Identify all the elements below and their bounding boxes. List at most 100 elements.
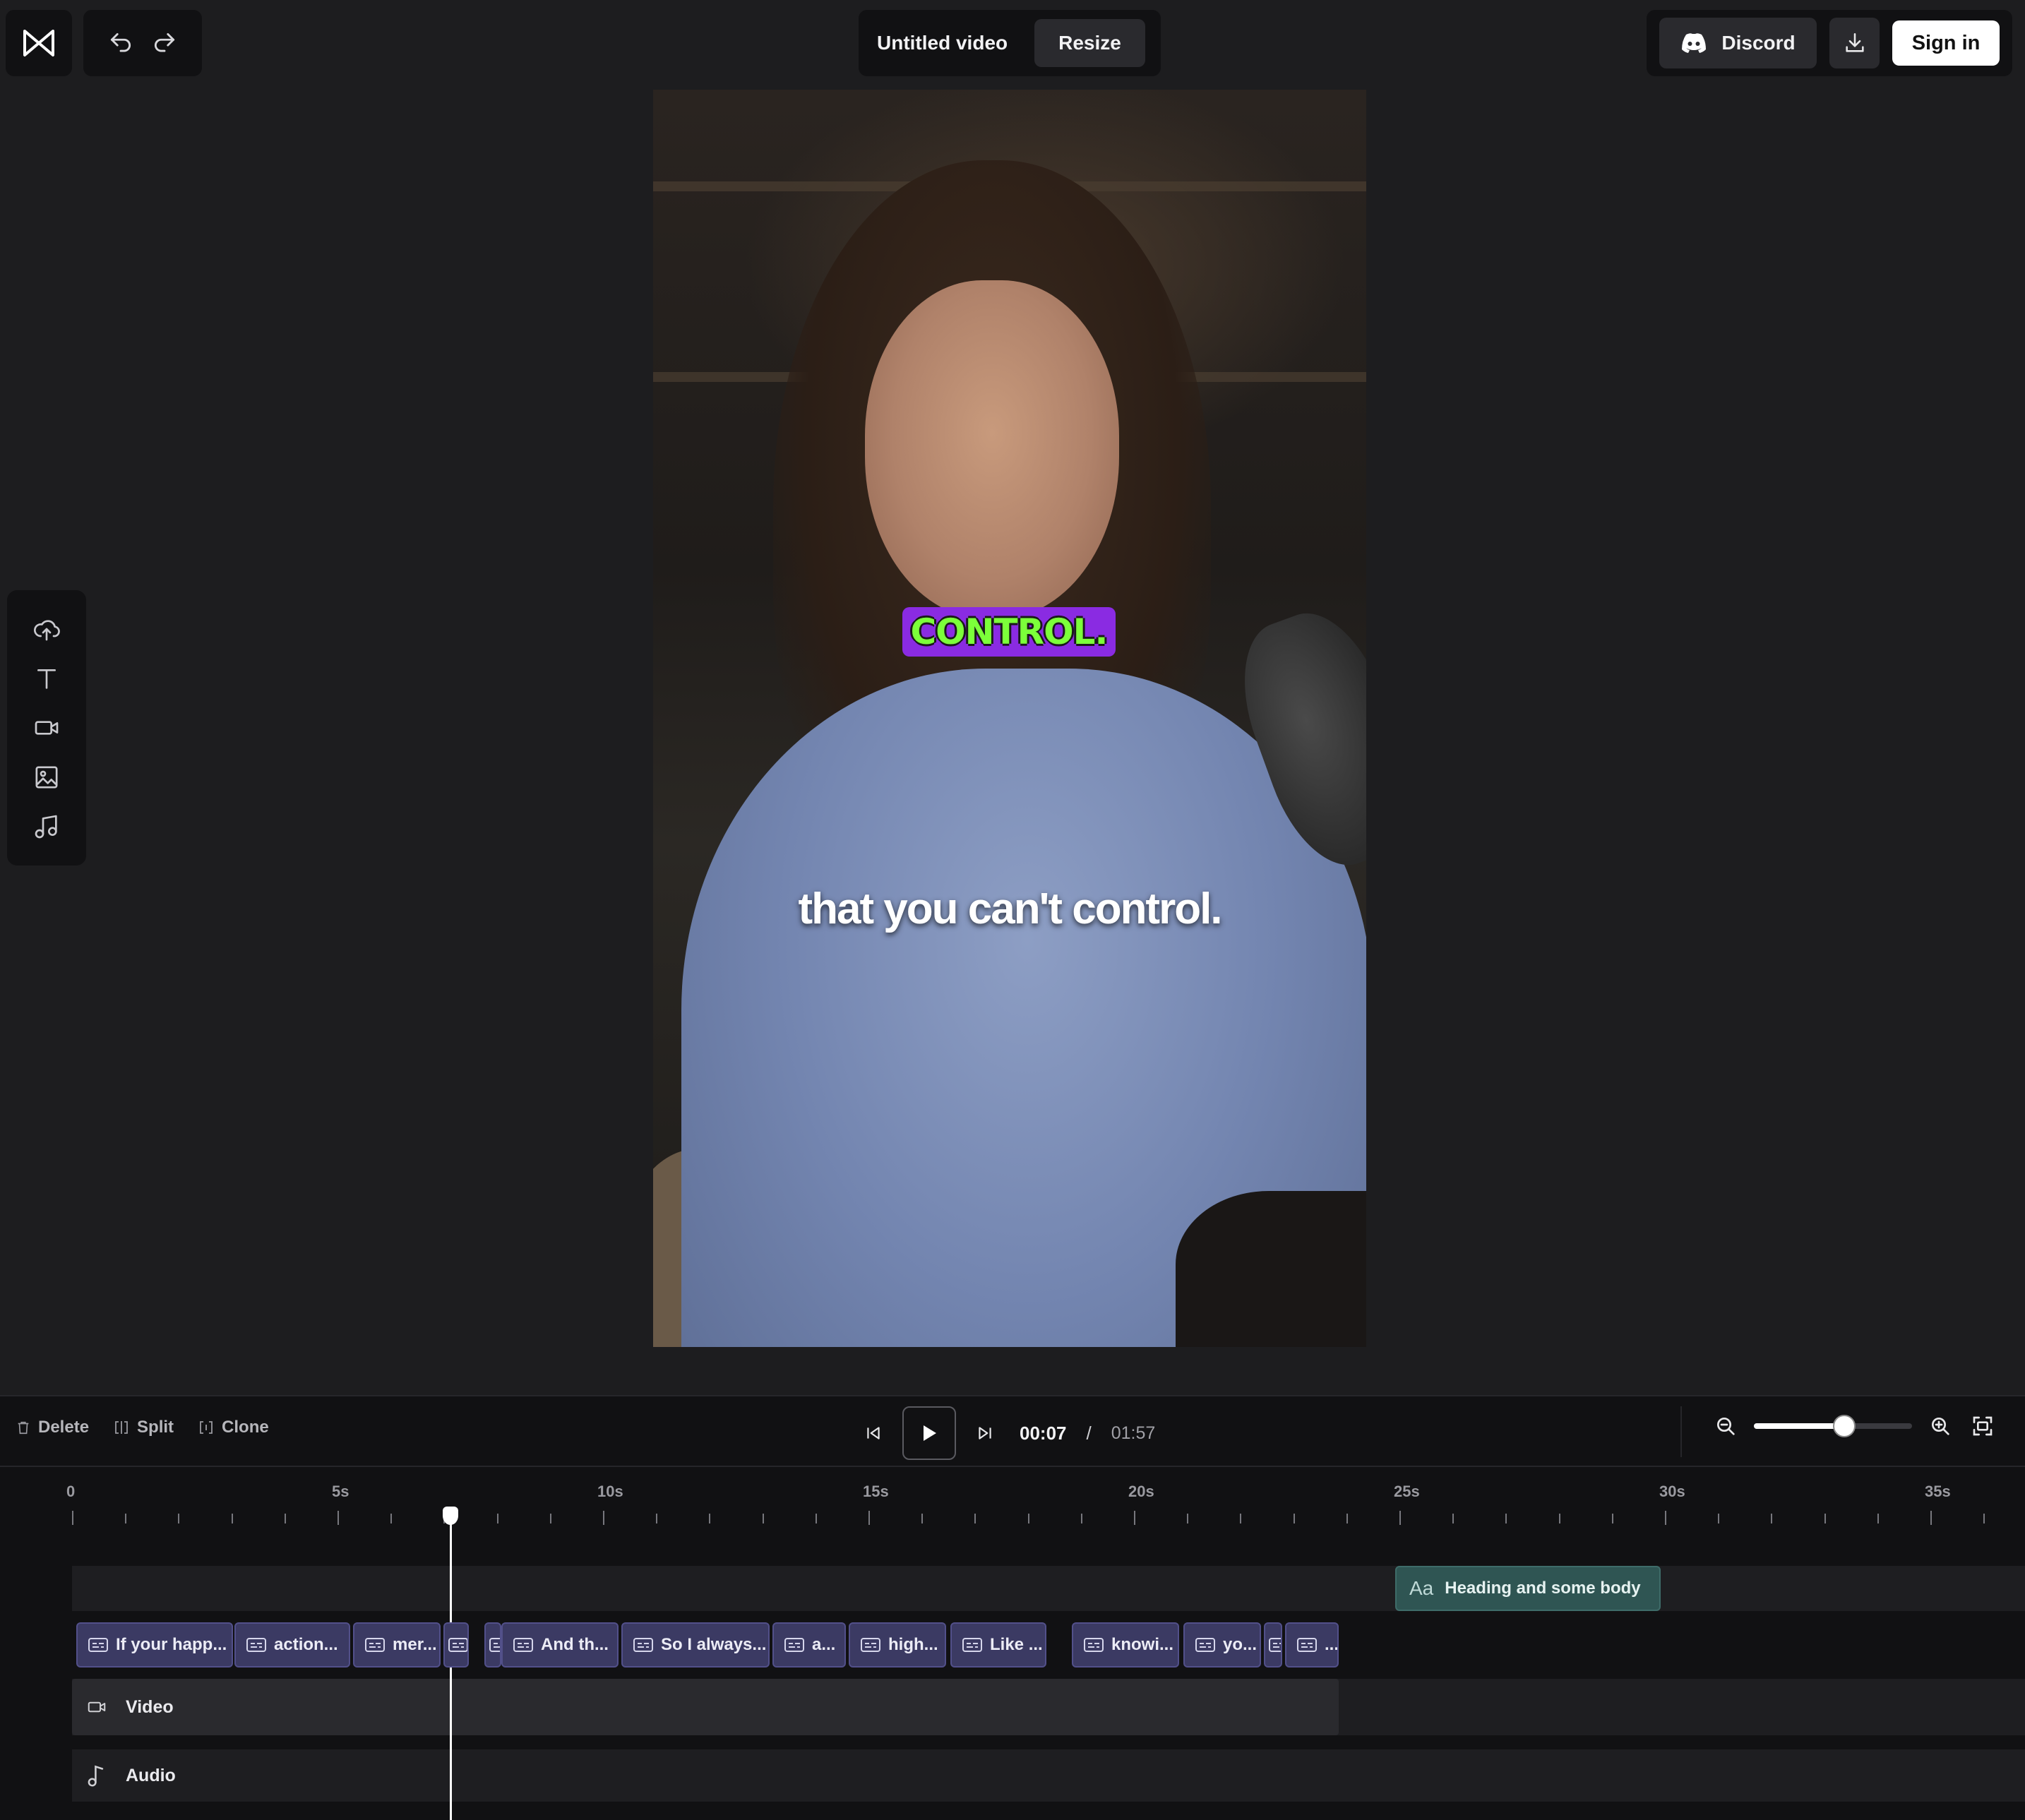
music-note-icon (83, 1761, 110, 1790)
text-icon (32, 664, 61, 693)
caption-clip[interactable]: a... (772, 1622, 846, 1668)
caption-clip-label: action... (274, 1635, 338, 1654)
caption-clip-label: So I always... (661, 1635, 767, 1654)
ruler-tick (178, 1514, 180, 1523)
audio-tool[interactable] (27, 807, 66, 846)
caption-clip-label: knowi... (1111, 1635, 1174, 1654)
ruler-label: 30s (1659, 1483, 1685, 1500)
ruler-label: 0 (66, 1483, 76, 1500)
image-icon (32, 763, 61, 791)
caption-clip-label: Like ... (990, 1635, 1043, 1654)
music-icon (32, 813, 61, 841)
split-icon (113, 1419, 130, 1436)
playhead-handle[interactable] (443, 1507, 458, 1525)
highlight-caption[interactable]: CONTROL. (902, 607, 1116, 657)
audio-track-label: Audio (126, 1765, 176, 1785)
ruler-tick (868, 1511, 870, 1525)
caption-icon (88, 1636, 109, 1653)
caption-icon (246, 1636, 267, 1653)
upload-tool[interactable] (27, 609, 66, 649)
skip-back-icon[interactable] (864, 1424, 883, 1442)
ruler-tick (1718, 1514, 1720, 1523)
caption-icon (448, 1636, 467, 1653)
ruler-tick (1771, 1514, 1773, 1523)
ruler-tick (284, 1514, 286, 1523)
ruler-tick (1399, 1511, 1401, 1525)
caption-clip[interactable]: ... (1285, 1622, 1339, 1668)
caption-clip[interactable]: high... (849, 1622, 946, 1668)
video-tool[interactable] (27, 708, 66, 748)
caption-clip-label: ... (1325, 1635, 1339, 1654)
subtitle-caption[interactable]: that you can't control. (653, 884, 1366, 934)
text-tool[interactable] (27, 659, 66, 698)
project-title-bar: Untitled video Resize (859, 10, 1161, 76)
timeline-controls: Delete Split Clone 00:07 / 01:57 (0, 1396, 2025, 1467)
play-button[interactable] (902, 1406, 956, 1460)
ruler-tick (125, 1514, 127, 1523)
clone-icon (198, 1419, 215, 1436)
caption-clip[interactable]: knowi... (1072, 1622, 1179, 1668)
timeline-ruler[interactable]: 0 5s 10s 15s 20s 25s 30s 35s (0, 1468, 2025, 1539)
caption-clip[interactable]: yo... (1183, 1622, 1261, 1668)
upload-icon (32, 615, 61, 643)
zoom-out-icon[interactable] (1714, 1415, 1737, 1437)
project-title[interactable]: Untitled video (877, 32, 1008, 54)
clone-button[interactable]: Clone (198, 1418, 269, 1437)
caption-icon (962, 1636, 983, 1653)
caption-clip[interactable]: action... (234, 1622, 350, 1668)
play-icon (921, 1424, 938, 1442)
video-preview-canvas[interactable]: CONTROL. that you can't control. (653, 90, 1366, 1347)
ruler-tick (921, 1514, 924, 1523)
ruler-tick (231, 1514, 233, 1523)
caption-icon (1195, 1636, 1216, 1653)
ruler-tick (1558, 1514, 1560, 1523)
skip-forward-icon[interactable] (976, 1424, 994, 1442)
ruler-tick (1930, 1511, 1932, 1525)
caption-clip-label: a... (812, 1635, 836, 1654)
ruler-tick (1027, 1514, 1029, 1523)
video-camera-icon (83, 1696, 110, 1718)
fit-screen-icon[interactable] (1971, 1415, 1994, 1437)
ruler-tick (709, 1514, 711, 1523)
ruler-tick (1187, 1514, 1189, 1523)
zoom-in-icon[interactable] (1929, 1415, 1952, 1437)
ruler-tick (338, 1511, 339, 1525)
caption-icon (513, 1636, 534, 1653)
caption-clip[interactable]: If your happ... (76, 1622, 233, 1668)
text-clip[interactable]: Aa Heading and some body (1395, 1566, 1661, 1611)
trash-icon (16, 1419, 31, 1436)
undo-icon[interactable] (107, 30, 134, 56)
caption-clip[interactable] (1264, 1622, 1282, 1668)
download-button[interactable] (1829, 18, 1880, 68)
zoom-slider[interactable] (1754, 1415, 1912, 1437)
sign-in-button[interactable]: Sign in (1892, 20, 2000, 66)
delete-button[interactable]: Delete (16, 1418, 89, 1437)
logo-button[interactable] (6, 10, 72, 76)
playhead-line[interactable] (450, 1516, 452, 1820)
zoom-slider-thumb[interactable] (1832, 1415, 1856, 1437)
ruler-tick (1452, 1514, 1454, 1523)
video-clip[interactable]: Video (72, 1679, 1339, 1735)
caption-clip[interactable]: Like ... (950, 1622, 1046, 1668)
caption-clip[interactable]: mer... (353, 1622, 441, 1668)
person-lap (1176, 1191, 1366, 1347)
playback-controls: 00:07 / 01:57 (864, 1406, 1155, 1460)
caption-clip[interactable]: And th... (501, 1622, 619, 1668)
caption-icon (633, 1636, 654, 1653)
caption-clip[interactable]: So I always... (621, 1622, 770, 1668)
audio-track[interactable]: Audio (72, 1749, 2025, 1802)
redo-icon[interactable] (151, 30, 178, 56)
tool-rail (7, 590, 86, 866)
split-button[interactable]: Split (113, 1418, 174, 1437)
ruler-tick (1824, 1514, 1826, 1523)
caption-clip[interactable] (484, 1622, 501, 1668)
image-tool[interactable] (27, 758, 66, 797)
zoom-controls (1714, 1415, 1994, 1437)
resize-button[interactable]: Resize (1034, 19, 1145, 67)
ruler-tick (549, 1514, 551, 1523)
caption-icon (1268, 1636, 1281, 1653)
ruler-tick (1665, 1511, 1666, 1525)
discord-button[interactable]: Discord (1659, 18, 1817, 68)
caption-clip[interactable] (443, 1622, 469, 1668)
caption-clip-label: mer... (393, 1635, 437, 1654)
